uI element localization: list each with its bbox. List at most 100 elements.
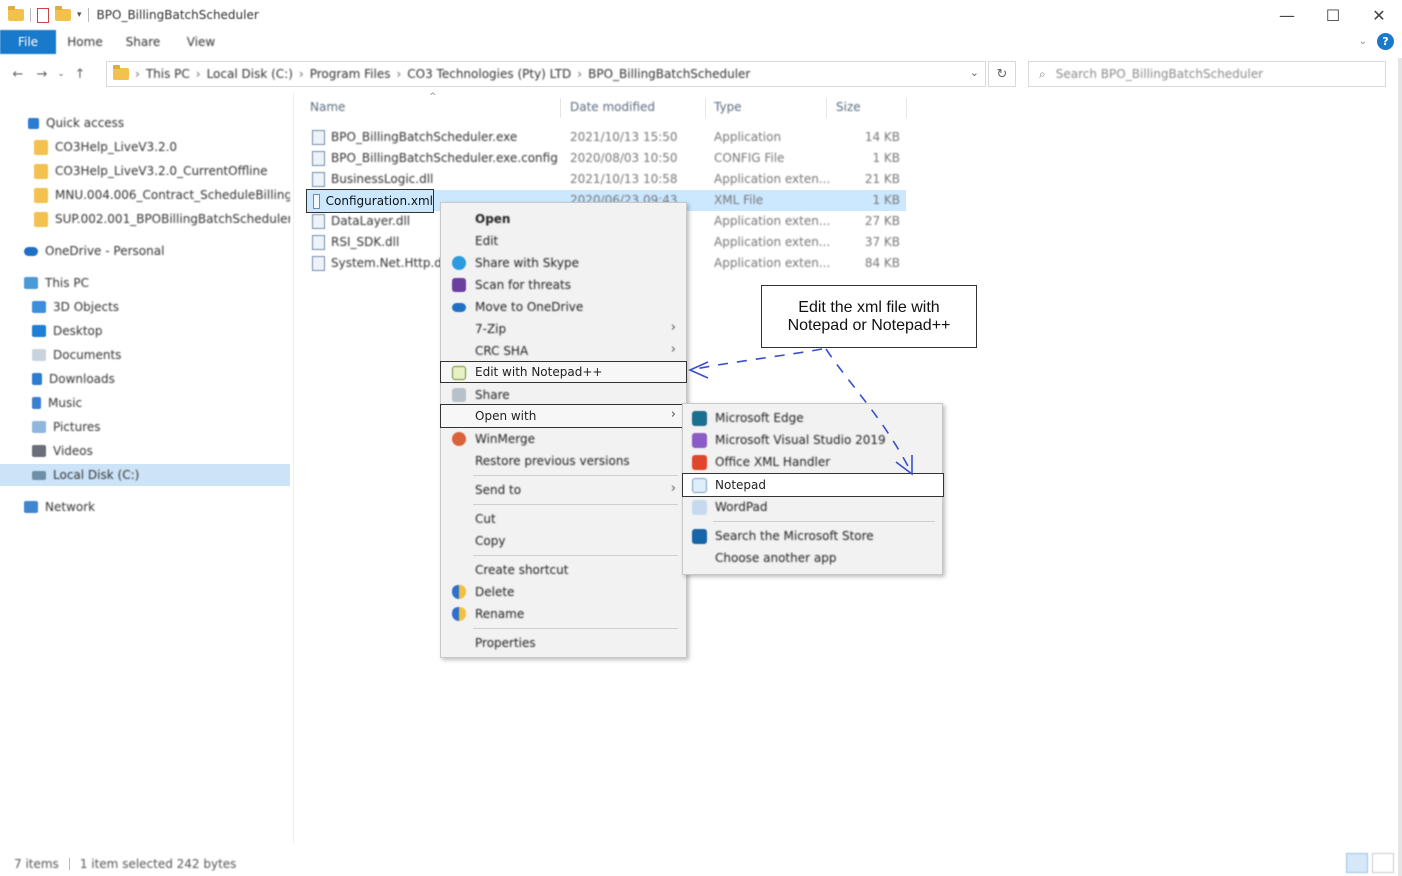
tab-home[interactable]: Home [56,35,114,49]
menu-item-share-skype[interactable]: Share with Skype [441,252,686,274]
address-dropdown-icon[interactable]: ⌄ [970,66,979,79]
column-divider[interactable] [705,98,706,118]
menu-item-scan[interactable]: Scan for threats [441,274,686,296]
breadcrumb-this-pc[interactable]: This PC [146,67,190,81]
menu-item-edit[interactable]: Edit [441,230,686,252]
sidebar-item-pictures[interactable]: Pictures [0,416,290,438]
menu-item-delete[interactable]: Delete [441,581,686,603]
column-header-size[interactable]: Size [836,100,861,118]
sidebar-item-onedrive[interactable]: OneDrive - Personal [0,240,290,262]
selected-file-name[interactable]: Configuration.xml [306,189,434,213]
menu-item-cut[interactable]: Cut [441,508,686,530]
menu-item-move-onedrive[interactable]: Move to OneDrive [441,296,686,318]
close-button[interactable]: ✕ [1356,0,1402,30]
breadcrumb-local-disk[interactable]: Local Disk (C:) [207,67,293,81]
tab-share[interactable]: Share [114,35,172,49]
sidebar-item-quick-access[interactable]: Quick access [0,112,290,134]
app-item-office-xml[interactable]: Office XML Handler [683,451,942,473]
search-input[interactable]: ⌕ Search BPO_BillingBatchScheduler [1028,61,1386,87]
menu-item-restore[interactable]: Restore previous versions [441,450,686,472]
expand-ribbon-icon[interactable]: ⌄ [1359,36,1367,47]
chevron-right-icon[interactable]: › [196,67,201,81]
tab-view[interactable]: View [172,35,230,49]
menu-item-open-with[interactable]: Open with › [440,404,687,428]
sidebar-item-music[interactable]: Music [0,392,290,414]
maximize-button[interactable]: ☐ [1310,0,1356,30]
arrow-to-notepadpp [689,348,823,371]
menu-item-send-to[interactable]: Send to › [441,479,686,501]
sidebar-item-quick-3[interactable]: MNU.004.006_Contract_ScheduleBillingBatc… [0,184,290,206]
address-bar[interactable]: › This PC › Local Disk (C:) › Program Fi… [106,61,986,87]
menu-item-copy[interactable]: Copy [441,530,686,552]
forward-icon[interactable]: → [30,67,54,82]
selection-info: 1 item selected 242 bytes [79,857,237,871]
app-item-edge[interactable]: Microsoft Edge [683,407,942,429]
customize-toolbar-icon[interactable]: ▾ [77,10,82,20]
column-divider[interactable] [560,98,561,118]
folder-icon [34,163,48,179]
sidebar-item-videos[interactable]: Videos [0,440,290,462]
sidebar-item-local-disk[interactable]: Local Disk (C:) [0,464,290,486]
chevron-right-icon[interactable]: › [299,67,304,81]
file-row[interactable]: BusinessLogic.dll 2021/10/13 10:58 Appli… [306,169,906,190]
menu-item-crc-sha[interactable]: CRC SHA › [441,340,686,362]
menu-item-rename[interactable]: Rename [441,603,686,625]
sidebar-item-quick-1[interactable]: CO3Help_LiveV3.2.0 [0,136,290,158]
sidebar-item-downloads[interactable]: Downloads [0,368,290,390]
menu-item-winmerge[interactable]: WinMerge [441,428,686,450]
app-item-wordpad[interactable]: WordPad [683,496,942,518]
file-type: XML File [714,193,764,207]
menu-item-7zip[interactable]: 7-Zip › [441,318,686,340]
file-row[interactable]: BPO_BillingBatchScheduler.exe.config 202… [306,148,906,169]
column-divider[interactable] [826,98,827,118]
navigation-pane: Quick access CO3Help_LiveV3.2.0 CO3Help_… [0,104,292,844]
file-name: BusinessLogic.dll [331,172,434,186]
sidebar-item-desktop[interactable]: Desktop [0,320,290,342]
chevron-right-icon[interactable]: › [577,67,582,81]
breadcrumb-co3[interactable]: CO3 Technologies (Pty) LTD [407,67,571,81]
app-item-choose-another[interactable]: Choose another app [683,547,942,569]
minimize-button[interactable]: — [1264,0,1310,30]
uac-shield-icon [452,585,466,599]
app-item-notepad[interactable]: Notepad [682,473,944,497]
ribbon-tabs: File Home Share View ⌄ ? [0,30,1402,54]
column-header-date[interactable]: Date modified [570,100,655,118]
sidebar-item-3d-objects[interactable]: 3D Objects [0,296,290,318]
refresh-button[interactable]: ↻ [988,61,1016,87]
large-icons-view-button[interactable] [1372,853,1394,873]
app-item-store-search[interactable]: Search the Microsoft Store [683,525,942,547]
column-divider[interactable] [906,98,907,118]
sidebar-item-this-pc[interactable]: This PC [0,272,290,294]
up-icon[interactable]: ↑ [68,67,92,82]
column-header-name[interactable]: Name [310,100,345,118]
column-header-type[interactable]: Type [714,100,742,118]
menu-item-properties[interactable]: Properties [441,632,686,654]
folder-icon [113,65,129,80]
sidebar-item-network[interactable]: Network [0,496,290,518]
sidebar-item-quick-2[interactable]: CO3Help_LiveV3.2.0_CurrentOffline [0,160,290,182]
chevron-right-icon[interactable]: › [396,67,401,81]
back-icon[interactable]: ← [6,67,30,82]
help-icon[interactable]: ? [1377,33,1394,50]
new-folder-icon[interactable] [55,6,71,21]
breadcrumb-program-files[interactable]: Program Files [310,67,391,81]
menu-item-create-shortcut[interactable]: Create shortcut [441,559,686,581]
menu-item-share[interactable]: Share [441,384,686,406]
menu-item-open[interactable]: Open [441,208,686,230]
tab-file[interactable]: File [0,30,56,54]
recent-locations-icon[interactable]: ⌄ [54,69,68,79]
menu-item-edit-notepadpp[interactable]: Edit with Notepad++ [440,361,687,383]
notepadpp-icon [452,366,466,380]
sidebar-item-quick-4[interactable]: SUP.002.001_BPOBillingBatchScheduler_fil… [0,208,290,230]
details-view-button[interactable] [1346,853,1368,873]
folder-icon[interactable] [8,6,24,21]
breadcrumb-current-folder[interactable]: BPO_BillingBatchScheduler [588,67,750,81]
sidebar-item-documents[interactable]: Documents [0,344,290,366]
chevron-right-icon[interactable]: › [135,67,140,81]
file-row[interactable]: BPO_BillingBatchScheduler.exe 2021/10/13… [306,127,906,148]
office-icon [692,455,707,470]
chevron-right-icon: › [670,407,676,422]
properties-icon[interactable] [37,7,49,23]
view-toggle [1346,853,1394,873]
app-item-visual-studio[interactable]: Microsoft Visual Studio 2019 [683,429,942,451]
